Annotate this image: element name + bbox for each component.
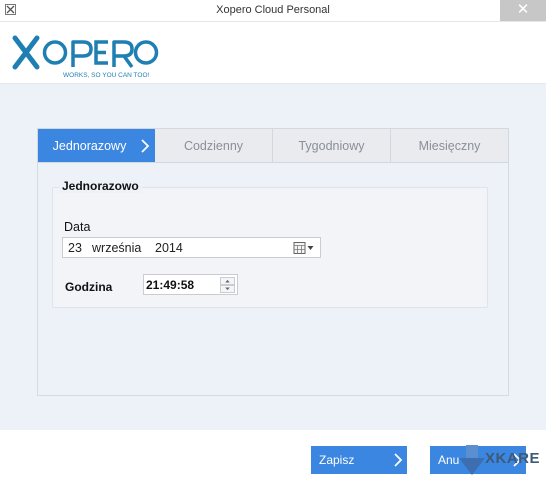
tab-tygodniowy[interactable]: Tygodniowy (273, 129, 391, 162)
spin-up-icon[interactable] (220, 277, 235, 285)
tab-codzienny[interactable]: Codzienny (155, 129, 273, 162)
chevron-right-icon (141, 139, 150, 153)
spin-down-icon[interactable] (220, 285, 235, 293)
tab-label: Miesięczny (418, 138, 481, 153)
tab-label: Jednorazowy (52, 138, 127, 153)
date-month[interactable]: września (92, 241, 141, 255)
tab-jednorazowy[interactable]: Jednorazowy (38, 129, 155, 162)
chevron-right-icon (394, 453, 403, 467)
download-arrow-icon (459, 445, 485, 475)
tab-label: Tygodniowy (298, 138, 365, 153)
save-button[interactable]: Zapisz (311, 446, 407, 474)
schedule-tabs: Jednorazowy Codzienny Tygodniowy Miesięc… (37, 128, 509, 163)
window-title: Xopero Cloud Personal (216, 4, 330, 16)
date-picker[interactable]: 23 września 2014 (62, 237, 321, 258)
save-button-label: Zapisz (319, 453, 355, 467)
close-icon: ✕ (516, 1, 530, 18)
watermark-text: XKARE (485, 450, 541, 467)
time-label: Godzina (65, 280, 113, 294)
header: WORKS, SO YOU CAN TOO! (0, 22, 546, 84)
xopero-logo: WORKS, SO YOU CAN TOO! (12, 35, 159, 79)
date-year[interactable]: 2014 (155, 241, 183, 255)
title-bar: Xopero Cloud Personal ✕ (0, 0, 546, 22)
tab-label: Codzienny (183, 138, 244, 153)
logo-tagline: WORKS, SO YOU CAN TOO! (63, 72, 150, 79)
time-input[interactable]: 21:49:58 (143, 274, 238, 295)
date-label: Data (64, 220, 91, 234)
close-button[interactable]: ✕ (500, 0, 546, 21)
tab-miesieczny[interactable]: Miesięczny (391, 129, 508, 162)
calendar-dropdown-icon[interactable] (293, 241, 315, 255)
group-title: Jednorazowo (59, 179, 142, 193)
watermark: XKARE (457, 443, 541, 477)
time-value[interactable]: 21:49:58 (146, 278, 194, 292)
date-day[interactable]: 23 (68, 241, 82, 255)
